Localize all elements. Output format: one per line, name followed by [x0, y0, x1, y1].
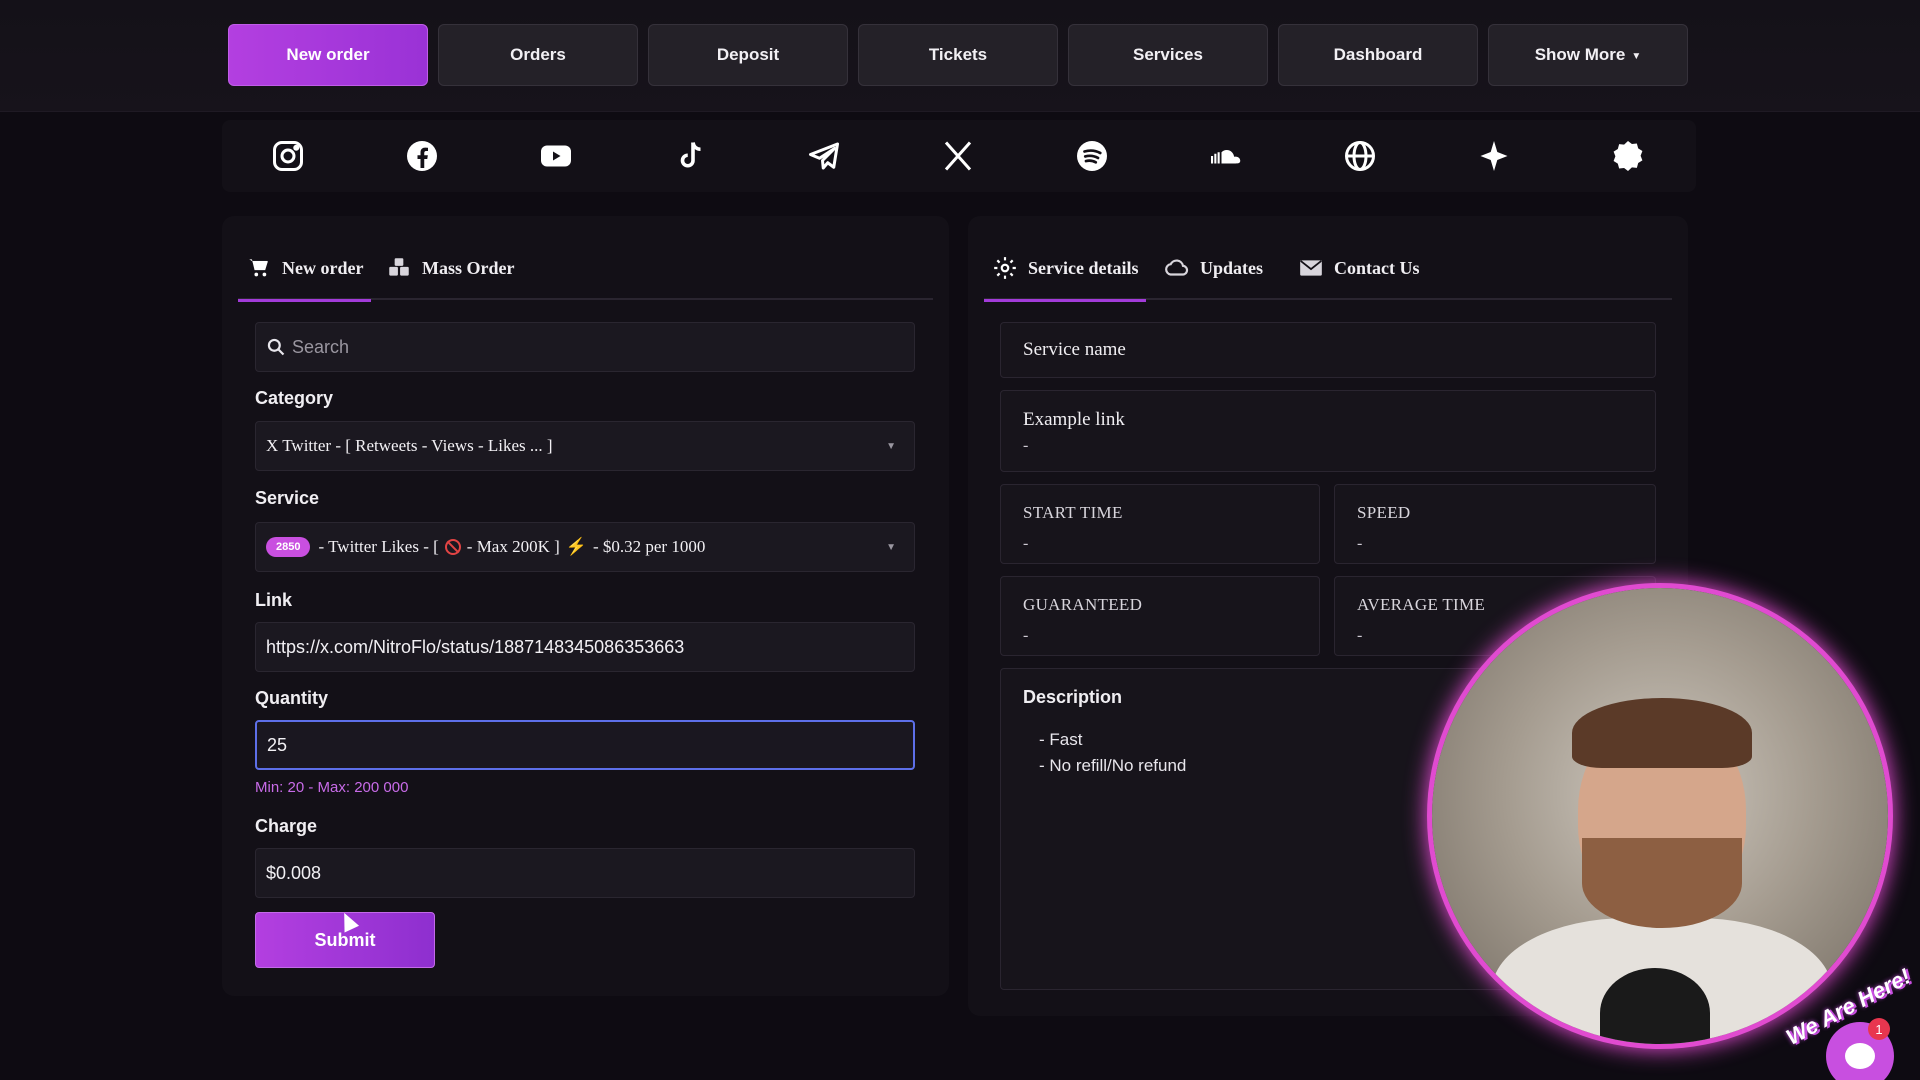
- start-time-label: START TIME: [1023, 503, 1123, 522]
- service-max-text: - Max 200K ]: [466, 537, 560, 556]
- start-time-card: START TIME -: [1000, 484, 1320, 564]
- tab-mass-order[interactable]: Mass Order: [378, 236, 522, 300]
- quantity-hint: Min: 20 - Max: 200 000: [255, 779, 409, 796]
- speed-card: SPEED -: [1334, 484, 1656, 564]
- service-id-badge: 2850: [266, 537, 311, 557]
- example-link-value: -: [1023, 437, 1029, 454]
- quantity-input[interactable]: [267, 734, 903, 756]
- search-icon: [267, 338, 285, 356]
- webcam-person-hair: [1572, 698, 1752, 768]
- boxes-icon: [389, 258, 409, 276]
- quantity-field[interactable]: [255, 720, 915, 770]
- start-time-value: -: [1023, 535, 1029, 552]
- webcam-person-beard: [1582, 838, 1742, 928]
- nav-label: Deposit: [716, 45, 780, 64]
- facebook-icon[interactable]: [402, 136, 442, 176]
- tab-label: Updates: [1200, 257, 1264, 278]
- charge-label: Charge: [255, 816, 318, 836]
- order-tabs: New order Mass Order: [238, 236, 933, 302]
- webcam-overlay: [1432, 588, 1888, 1044]
- category-label: Category: [255, 388, 334, 408]
- nav-label: Services: [1133, 45, 1203, 64]
- quantity-label: Quantity: [255, 688, 329, 708]
- tab-label: Mass Order: [422, 257, 515, 278]
- x-twitter-icon[interactable]: [938, 136, 978, 176]
- globe-icon[interactable]: [1340, 136, 1380, 176]
- charge-input: [266, 862, 904, 884]
- tiktok-icon[interactable]: [670, 136, 710, 176]
- charge-field: [255, 848, 915, 898]
- service-price-text: - $0.32 per 1000: [592, 537, 706, 556]
- nav-label: Orders: [510, 45, 566, 64]
- tab-updates[interactable]: Updates: [1156, 236, 1271, 300]
- chat-bubble-icon: [1845, 1043, 1875, 1069]
- tab-contact-us[interactable]: Contact Us: [1290, 236, 1428, 300]
- caret-down-icon: ▼: [1631, 50, 1642, 62]
- cloud-icon: [1165, 259, 1189, 276]
- nav-label: Show More: [1534, 45, 1626, 64]
- nav-label: Tickets: [928, 45, 988, 64]
- speed-value: -: [1357, 535, 1363, 552]
- search-input[interactable]: [292, 336, 904, 358]
- example-link-card: Example link -: [1000, 390, 1656, 472]
- tab-new-order[interactable]: New order: [238, 236, 372, 302]
- guaranteed-value: -: [1023, 627, 1029, 644]
- nav-new-order-button[interactable]: New order: [228, 24, 428, 86]
- nav-tickets-button[interactable]: Tickets: [858, 24, 1058, 86]
- sparkle-icon[interactable]: [1474, 136, 1514, 176]
- soundcloud-icon[interactable]: [1206, 136, 1246, 176]
- example-link-label: Example link: [1023, 409, 1125, 430]
- service-name-text: - Twitter Likes - [: [318, 537, 439, 556]
- service-name-card: Service name: [1000, 322, 1656, 378]
- top-navigation-bar: New order Orders Deposit Tickets Service…: [0, 0, 1920, 112]
- nav-label: Dashboard: [1333, 45, 1423, 64]
- chevron-down-icon: ▼: [886, 440, 896, 452]
- search-field[interactable]: [255, 322, 915, 372]
- service-selected-value: 2850 - Twitter Likes - [ - Max 200K ] ⚡ …: [266, 537, 705, 557]
- gear-icon: [994, 257, 1016, 279]
- lightning-icon: ⚡: [565, 537, 587, 556]
- tab-service-details[interactable]: Service details: [984, 236, 1147, 302]
- tab-label: Service details: [1028, 257, 1139, 278]
- nav-deposit-button[interactable]: Deposit: [648, 24, 848, 86]
- link-field[interactable]: [255, 622, 915, 672]
- mail-icon: [1300, 260, 1322, 276]
- speed-label: SPEED: [1357, 503, 1411, 522]
- instagram-icon[interactable]: [268, 136, 308, 176]
- badge-icon[interactable]: [1608, 136, 1648, 176]
- tab-label: Contact Us: [1334, 257, 1420, 278]
- nav-show-more-button[interactable]: Show More ▼: [1488, 24, 1688, 86]
- chat-notification-badge: 1: [1868, 1018, 1890, 1040]
- chevron-down-icon: ▼: [886, 541, 896, 553]
- telegram-icon[interactable]: [804, 136, 844, 176]
- link-label: Link: [255, 590, 293, 610]
- link-input[interactable]: [266, 636, 904, 658]
- cart-icon: [249, 259, 268, 277]
- nav-orders-button[interactable]: Orders: [438, 24, 638, 86]
- youtube-icon[interactable]: [536, 136, 576, 176]
- details-tabs: Service details Updates Contact Us: [984, 236, 1672, 302]
- spotify-icon[interactable]: [1072, 136, 1112, 176]
- tab-label: New order: [282, 257, 364, 278]
- guaranteed-card: GUARANTEED -: [1000, 576, 1320, 656]
- service-select[interactable]: 2850 - Twitter Likes - [ - Max 200K ] ⚡ …: [255, 522, 915, 572]
- nav-label: New order: [286, 45, 370, 64]
- category-select[interactable]: X Twitter - [ Retweets - Views - Likes .…: [255, 421, 915, 471]
- no-refill-icon: [444, 539, 461, 555]
- nav-dashboard-button[interactable]: Dashboard: [1278, 24, 1478, 86]
- service-label: Service: [255, 488, 320, 508]
- platform-filter-bar: [222, 120, 1696, 192]
- category-selected-value: X Twitter - [ Retweets - Views - Likes .…: [266, 436, 553, 455]
- guaranteed-label: GUARANTEED: [1023, 595, 1143, 614]
- order-form-panel: New order Mass Order Category X Twitter …: [222, 216, 949, 996]
- nav-services-button[interactable]: Services: [1068, 24, 1268, 86]
- service-name-label: Service name: [1023, 339, 1126, 360]
